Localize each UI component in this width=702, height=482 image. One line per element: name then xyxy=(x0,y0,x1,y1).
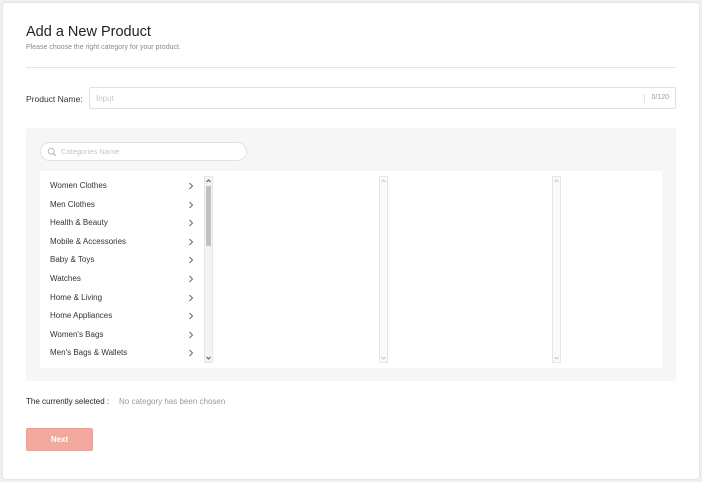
category-item[interactable]: Home & Living xyxy=(40,289,215,308)
category-item-label: Men's Bags & Wallets xyxy=(50,348,128,358)
next-button[interactable]: Next xyxy=(26,428,93,451)
category-item[interactable]: Women Clothes xyxy=(40,177,215,196)
category-search-input[interactable] xyxy=(61,143,241,160)
scroll-up-icon[interactable] xyxy=(553,177,560,185)
category-item[interactable]: Men Clothes xyxy=(40,196,215,215)
product-name-input[interactable] xyxy=(96,88,636,108)
scroll-up-icon[interactable] xyxy=(380,177,387,185)
category-list-level-1: Women Clothes Men Clothes Health & Beauty M… xyxy=(40,177,215,363)
category-item[interactable]: Mobile & Accessories xyxy=(40,233,215,252)
add-product-card: Add a New Product Please choose the righ… xyxy=(3,3,699,479)
chevron-right-icon xyxy=(189,349,194,357)
chevron-right-icon xyxy=(189,275,194,283)
category-item[interactable]: Women's Bags xyxy=(40,326,215,345)
chevron-right-icon xyxy=(189,201,194,208)
category-columns: Women Clothes Men Clothes Health & Beauty M… xyxy=(40,171,662,368)
character-counter: 0/120 xyxy=(651,94,669,101)
category-item-label: Women's Bags xyxy=(50,329,104,339)
category-item-label: Home & Living xyxy=(50,292,103,302)
scroll-down-icon[interactable] xyxy=(553,354,560,362)
category-search-box xyxy=(40,142,247,161)
scroll-up-icon[interactable] xyxy=(205,177,212,185)
chevron-right-icon xyxy=(189,294,194,301)
chevron-right-icon xyxy=(189,312,194,320)
current-selection-label: The currently selected : xyxy=(26,397,110,406)
page-title: Add a New Product xyxy=(26,24,151,40)
chevron-right-icon xyxy=(189,331,194,339)
category-item-label: Women Clothes xyxy=(50,181,107,190)
sub-subcategory-scrollbar[interactable] xyxy=(552,176,561,363)
subcategory-scrollbar[interactable] xyxy=(379,176,388,363)
category-item-label: Men Clothes xyxy=(50,199,95,209)
scrollbar-thumb[interactable] xyxy=(206,186,211,246)
category-item-label: Baby & Toys xyxy=(50,255,95,265)
chevron-right-icon xyxy=(189,182,194,190)
category-item[interactable]: Men's Bags & Wallets xyxy=(40,344,215,363)
chevron-right-icon xyxy=(189,238,194,246)
scroll-down-icon[interactable] xyxy=(380,354,387,362)
category-item[interactable]: Home Appliances xyxy=(40,307,215,326)
category-item-label: Home Appliances xyxy=(50,311,113,321)
category-item-label: Health & Beauty xyxy=(50,218,108,228)
search-icon xyxy=(47,147,57,157)
category-item[interactable]: Baby & Toys xyxy=(40,251,215,270)
category-item-label: Mobile & Accessories xyxy=(50,236,127,246)
category-list-scrollbar[interactable] xyxy=(204,176,213,363)
product-name-label: Product Name: xyxy=(26,94,83,104)
category-item-label: Watches xyxy=(50,273,81,283)
page-subtitle: Please choose the right category for you… xyxy=(26,44,181,51)
product-name-field: 0/120 xyxy=(89,87,676,109)
category-panel: Women Clothes Men Clothes Health & Beauty M… xyxy=(26,128,676,381)
scroll-down-icon[interactable] xyxy=(205,354,212,362)
header-divider xyxy=(26,67,676,68)
chevron-right-icon xyxy=(189,257,194,264)
chevron-right-icon xyxy=(189,219,194,227)
counter-divider xyxy=(644,94,645,103)
category-item[interactable]: Health & Beauty xyxy=(40,214,215,233)
current-selection-value: No category has been chosen xyxy=(119,397,226,406)
category-item[interactable]: Watches xyxy=(40,270,215,289)
